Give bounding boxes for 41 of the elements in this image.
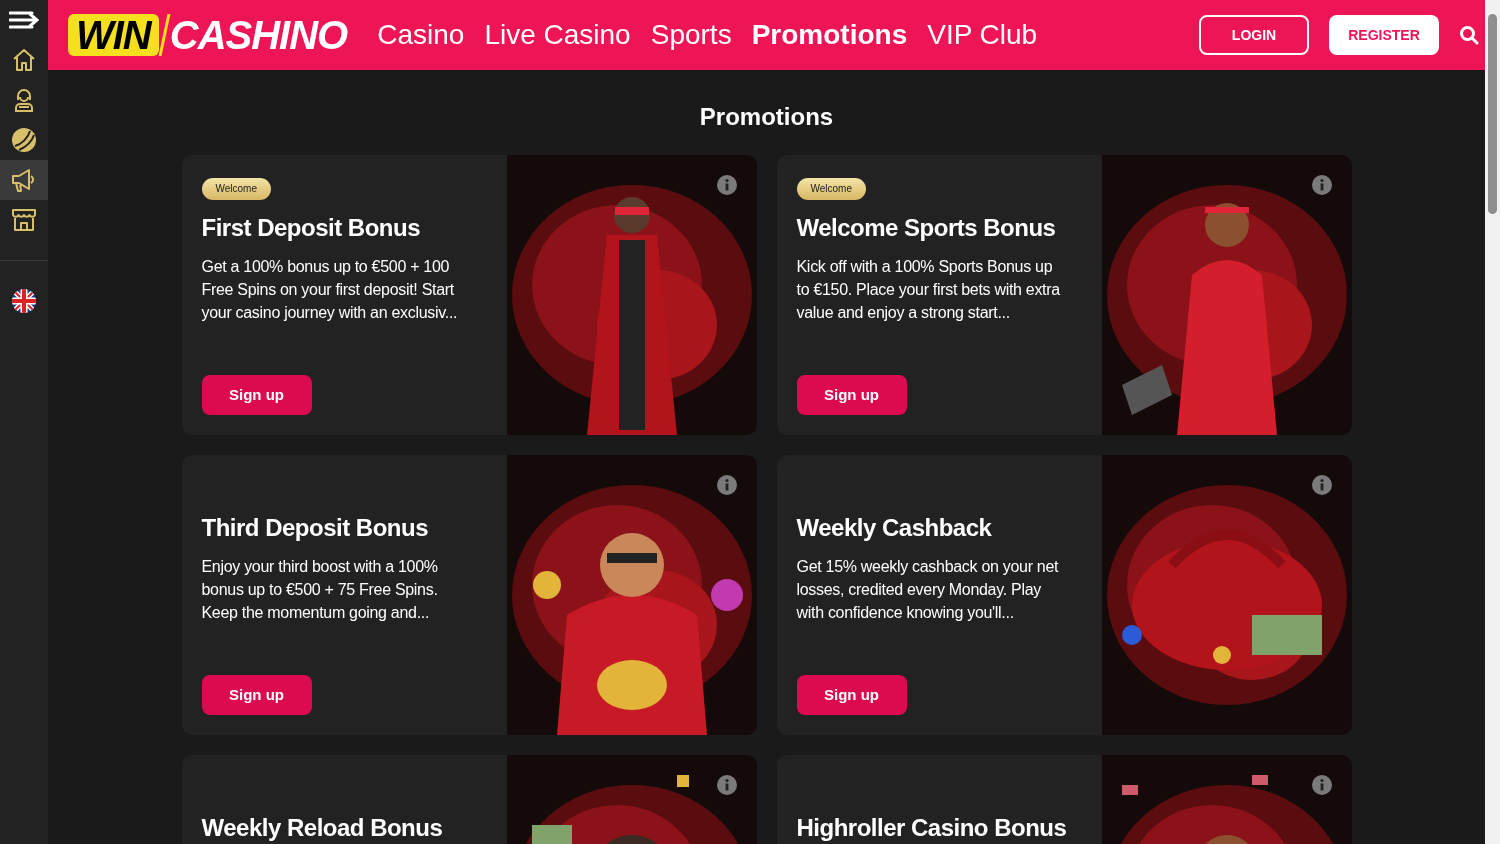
- scrollbar[interactable]: [1485, 0, 1500, 844]
- category-badge: Welcome: [201, 178, 271, 200]
- promotion-title: Weekly Cashback: [796, 513, 993, 543]
- register-button[interactable]: REGISTER: [1329, 15, 1439, 55]
- promotion-description: Get 15% weekly cashback on your net losses, credited every Monday. Play with confidence knowing you'll...: [796, 557, 1060, 623]
- search-icon[interactable]: [1459, 25, 1479, 45]
- nav-link[interactable]: Live Casino: [484, 18, 631, 52]
- sign-up-button[interactable]: Sign up: [201, 375, 312, 415]
- logo-text: WIN: [68, 14, 159, 56]
- sign-up-button[interactable]: Sign up: [796, 675, 907, 715]
- uk-flag-icon[interactable]: [11, 288, 37, 314]
- info-icon[interactable]: [1311, 175, 1332, 195]
- shop-icon[interactable]: [11, 207, 37, 233]
- nav-link[interactable]: VIP Club: [927, 18, 1038, 52]
- sign-up-button[interactable]: Sign up: [201, 675, 312, 715]
- promotion-title: Welcome Sports Bonus: [796, 213, 1057, 243]
- login-button[interactable]: LOGIN: [1199, 15, 1309, 55]
- info-icon[interactable]: [716, 475, 737, 495]
- promotion-description: Kick off with a 100% Sports Bonus up to €150. Place your first bets with extra value and enjoy a strong start...: [796, 257, 1061, 323]
- promotion-title: Highroller Casino Bonus: [796, 813, 1068, 843]
- nav-link[interactable]: Promotions: [751, 18, 908, 52]
- nav-link[interactable]: Casino: [377, 18, 465, 52]
- menu-icon[interactable]: [9, 10, 39, 30]
- info-icon[interactable]: [1311, 475, 1332, 495]
- sign-up-button[interactable]: Sign up: [796, 375, 907, 415]
- home-icon[interactable]: [11, 47, 37, 73]
- ball-icon[interactable]: [11, 127, 37, 153]
- promotion-description: Enjoy your third boost with a 100% bonus up to €500 + 75 Free Spins. Keep the momentum going and...: [201, 557, 439, 623]
- logo-text: CASHINO: [169, 14, 348, 56]
- info-icon[interactable]: [716, 175, 737, 195]
- info-icon[interactable]: [716, 775, 737, 795]
- promotion-title: Weekly Reload Bonus: [201, 813, 444, 843]
- info-icon[interactable]: [1311, 775, 1332, 795]
- promotion-title: First Deposit Bonus: [201, 213, 421, 243]
- promotion-title: Third Deposit Bonus: [201, 513, 429, 543]
- promotion-description: Get a 100% bonus up to €500 + 100 Free Spins on your first deposit! Start your casino journey with an exclusiv...: [201, 257, 459, 323]
- sidebar-item-highlight[interactable]: [0, 160, 48, 200]
- nav-link[interactable]: Sports: [650, 18, 732, 52]
- category-badge: Welcome: [796, 178, 866, 200]
- page-title: Promotions: [699, 102, 834, 132]
- logo[interactable]: WIN CASHINO: [68, 14, 348, 56]
